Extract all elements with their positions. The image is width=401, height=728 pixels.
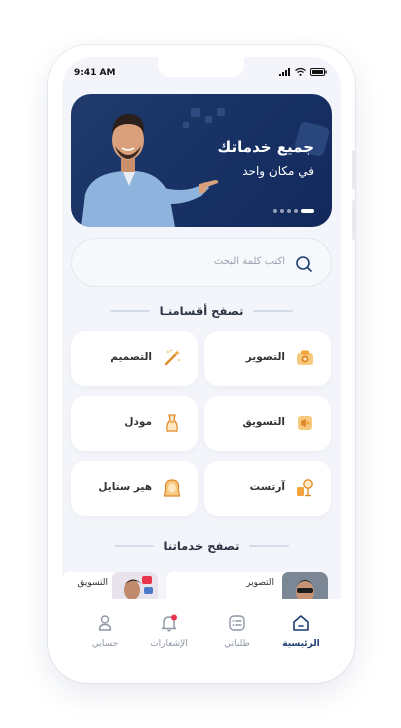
banner-illustration (81, 108, 330, 227)
service-label: التسويق (77, 578, 108, 588)
phone-side-button (352, 200, 355, 240)
services-title: تصفح خدماتنا (163, 539, 240, 553)
carousel-dot-active[interactable] (301, 209, 314, 213)
bottom-navigation: الرئيسية طلباتي الإشعارات حسابي (62, 599, 341, 669)
phone-side-button (352, 150, 355, 190)
status-icons (279, 68, 327, 76)
nav-notifications[interactable]: الإشعارات (138, 613, 200, 657)
nav-label: طلباتي (224, 639, 250, 649)
carousel-dot[interactable] (287, 209, 291, 213)
carousel-dots (273, 209, 314, 213)
nav-label: الإشعارات (150, 639, 188, 649)
artist-mic-icon (297, 479, 313, 497)
category-label: التسويق (242, 416, 285, 428)
camera-icon (297, 350, 313, 365)
category-card-marketing[interactable]: التسويق (204, 396, 331, 451)
categories-title: تصفح أقسامنـا (159, 304, 244, 318)
marketing-icon (298, 416, 312, 430)
category-card-photography[interactable]: التصوير (204, 331, 331, 386)
wifi-icon (295, 68, 306, 76)
category-card-model[interactable]: مودل (71, 396, 198, 451)
divider (249, 545, 290, 547)
status-time: 9:41 AM (74, 68, 116, 78)
nav-home[interactable]: الرئيسية (270, 613, 332, 657)
divider (113, 545, 154, 547)
magic-wand-icon (164, 349, 181, 366)
user-icon (95, 613, 115, 633)
category-card-hair-style[interactable]: هير ستايل (71, 461, 198, 516)
app-screen: 9:41 AM جميع خدماتك في مكان واحد اكتب كل… (62, 57, 341, 669)
category-label: آرتست (249, 481, 285, 493)
nav-orders[interactable]: طلباتي (206, 613, 268, 657)
category-label: التصوير (245, 351, 285, 363)
nav-account[interactable]: حسابي (74, 613, 136, 657)
promo-banner[interactable]: جميع خدماتك في مكان واحد (71, 94, 332, 227)
services-header: تصفح خدماتنا (62, 537, 341, 555)
search-icon (296, 256, 312, 272)
category-label: التصميم (110, 351, 152, 363)
banner-title: جميع خدماتك (217, 138, 314, 156)
hair-style-icon (163, 479, 181, 497)
category-card-design[interactable]: التصميم (71, 331, 198, 386)
service-label: التصوير (246, 578, 274, 588)
nav-label: الرئيسية (282, 639, 320, 649)
carousel-dot[interactable] (273, 209, 277, 213)
nav-label: حسابي (91, 639, 119, 649)
carousel-dot[interactable] (294, 209, 298, 213)
categories-header: تصفح أقسامنـا (62, 302, 341, 320)
home-icon (291, 613, 311, 633)
page: 9:41 AM جميع خدماتك في مكان واحد اكتب كل… (0, 0, 401, 728)
divider (109, 310, 150, 312)
category-label: مودل (124, 416, 152, 428)
notch (158, 57, 244, 77)
model-dress-icon (166, 414, 178, 432)
battery-icon (310, 68, 327, 76)
category-label: هير ستايل (98, 481, 152, 493)
category-card-artist[interactable]: آرتست (204, 461, 331, 516)
carousel-dot[interactable] (280, 209, 284, 213)
status-bar: 9:41 AM (62, 57, 341, 89)
signal-icon (279, 68, 290, 76)
search-placeholder: اكتب كلمة البحث (213, 256, 285, 267)
banner-subtitle: في مكان واحد (242, 164, 314, 178)
divider (253, 310, 294, 312)
orders-icon (227, 613, 247, 633)
bell-icon (159, 613, 179, 633)
search-input[interactable]: اكتب كلمة البحث (71, 238, 332, 287)
